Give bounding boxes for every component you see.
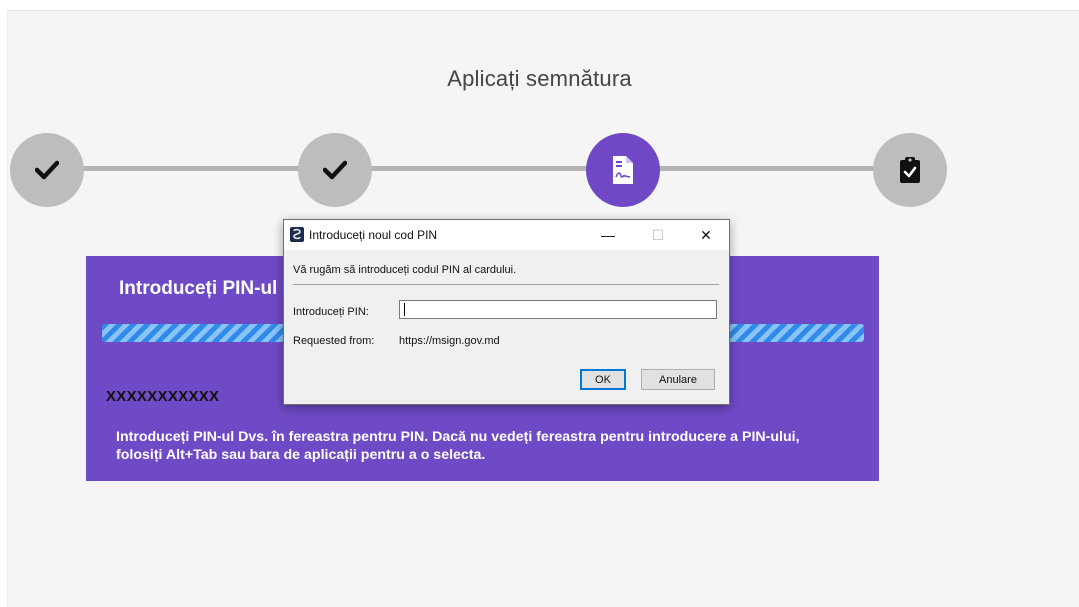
step-1-completed — [10, 133, 84, 207]
panel-hint-text: Introduceți PIN-ul Dvs. în fereastra pen… — [116, 429, 800, 463]
close-button[interactable]: ✕ — [683, 220, 729, 250]
pin-dialog: Introduceți noul cod PIN — ☐ ✕ Vă rugăm … — [283, 219, 730, 405]
dialog-instruction: Vă rugăm să introduceți codul PIN al car… — [293, 264, 517, 276]
stepper-connector — [372, 166, 588, 171]
requested-from-label: Requested from: — [293, 335, 375, 347]
dialog-separator — [293, 284, 719, 285]
dialog-title: Introduceți noul cod PIN — [309, 228, 438, 242]
pin-input[interactable] — [399, 300, 717, 319]
requested-from-value: https://msign.gov.md — [399, 335, 500, 347]
step-2-completed — [298, 133, 372, 207]
panel-heading: Introduceți PIN-ul — [119, 278, 278, 299]
pin-label: Introduceți PIN: — [293, 306, 369, 318]
clipboard-check-icon — [900, 157, 920, 183]
step-3-active — [586, 133, 660, 207]
stepper-connector — [84, 166, 300, 171]
cancel-button[interactable]: Anulare — [641, 369, 715, 390]
step-4-pending — [873, 133, 947, 207]
stepper-connector — [660, 166, 874, 171]
ok-button[interactable]: OK — [580, 369, 626, 390]
minimize-button[interactable]: — — [585, 220, 631, 250]
page-title: Aplicați semnătura — [447, 66, 632, 91]
check-icon — [323, 160, 347, 180]
text-caret — [404, 303, 405, 316]
maximize-button: ☐ — [651, 226, 665, 243]
signed-document-icon — [613, 156, 633, 184]
dialog-titlebar[interactable]: Introduceți noul cod PIN — ☐ ✕ — [284, 220, 729, 250]
masked-card-id: XXXXXXXXXXX — [106, 388, 220, 405]
check-icon — [35, 160, 59, 180]
app-icon — [290, 227, 304, 242]
